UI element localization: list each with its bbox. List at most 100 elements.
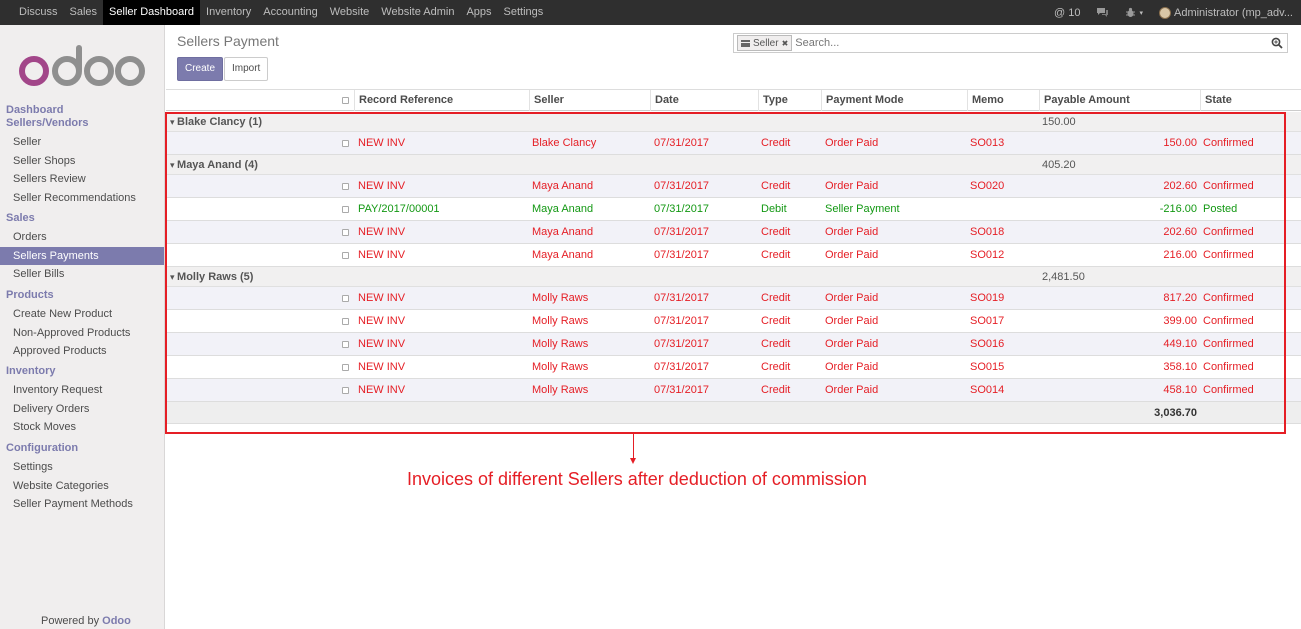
type-cell: Credit [761, 384, 791, 396]
grand-total-value: 3,036.70 [1154, 407, 1197, 419]
sidebar-item-settings[interactable]: Settings [0, 458, 164, 476]
record-reference-cell: NEW INV [358, 338, 406, 350]
sidebar-section-products[interactable]: Products [6, 289, 54, 301]
search-input[interactable] [795, 37, 1256, 49]
table-row[interactable]: NEW INV Molly Raws 07/31/2017 Credit Order P… [166, 310, 1301, 333]
record-reference-cell: NEW INV [358, 180, 406, 192]
facet-label: Seller [753, 37, 779, 49]
sidebar-item-seller-shops[interactable]: Seller Shops [0, 152, 164, 170]
at-icon: @ [1054, 6, 1066, 19]
top-menu-accounting[interactable]: Accounting [257, 0, 323, 25]
sidebar-item-seller-payment-methods[interactable]: Seller Payment Methods [0, 495, 164, 513]
top-menu-discuss[interactable]: Discuss [13, 0, 64, 25]
payment-mode-cell: Order Paid [825, 292, 879, 304]
group-row[interactable]: Blake Clancy (1) 150.00 [166, 112, 1301, 132]
state-cell: Confirmed [1203, 180, 1254, 192]
sidebar-item-delivery-orders[interactable]: Delivery Orders [0, 400, 164, 418]
sidebar-item-orders[interactable]: Orders [0, 228, 164, 246]
group-total: 150.00 [1042, 116, 1076, 128]
row-checkbox[interactable] [342, 183, 349, 190]
sidebar-item-approved-products[interactable]: Approved Products [0, 342, 164, 360]
sidebar-section-sales[interactable]: Sales [6, 212, 35, 224]
table-header: Record Reference Seller Date Type Paymen… [166, 89, 1301, 111]
row-checkbox[interactable] [342, 295, 349, 302]
table-row[interactable]: NEW INV Molly Raws 07/31/2017 Credit Order P… [166, 379, 1301, 402]
row-checkbox[interactable] [342, 252, 349, 259]
top-menu-website[interactable]: Website [324, 0, 376, 25]
search-facet[interactable]: Seller ✖ [737, 35, 793, 51]
payment-mode-cell: Order Paid [825, 226, 879, 238]
top-menu-website-admin[interactable]: Website Admin [375, 0, 460, 25]
table-row[interactable]: NEW INV Molly Raws 07/31/2017 Credit Order P… [166, 287, 1301, 310]
chat-button[interactable] [1088, 0, 1117, 25]
sidebar-item-sellers-review[interactable]: Sellers Review [0, 170, 164, 188]
debug-button[interactable]: ▾ [1117, 0, 1151, 25]
sidebar-section-dashboard[interactable]: Dashboard [6, 104, 63, 116]
type-cell: Debit [761, 203, 787, 215]
type-cell: Credit [761, 315, 791, 327]
column-type[interactable]: Type [758, 90, 821, 111]
record-reference-cell: NEW INV [358, 249, 406, 261]
date-cell: 07/31/2017 [654, 203, 710, 215]
table-row[interactable]: NEW INV Molly Raws 07/31/2017 Credit Order P… [166, 333, 1301, 356]
row-checkbox[interactable] [342, 206, 349, 213]
sidebar-section-inventory[interactable]: Inventory [6, 365, 56, 377]
table-row[interactable]: PAY/2017/00001 Maya Anand 07/31/2017 Debit S… [166, 198, 1301, 221]
column-memo[interactable]: Memo [967, 90, 1039, 111]
type-cell: Credit [761, 338, 791, 350]
top-menu-sales[interactable]: Sales [64, 0, 104, 25]
powered-by-brand[interactable]: Odoo [102, 615, 131, 627]
sidebar-item-website-categories[interactable]: Website Categories [0, 477, 164, 495]
row-checkbox[interactable] [342, 364, 349, 371]
sidebar-item-non-approved-products[interactable]: Non-Approved Products [0, 324, 164, 342]
sidebar-item-create-new-product[interactable]: Create New Product [0, 305, 164, 323]
row-checkbox[interactable] [342, 341, 349, 348]
sidebar-section-configuration[interactable]: Configuration [6, 442, 78, 454]
sidebar-item-sellers-payments[interactable]: Sellers Payments [0, 246, 164, 265]
table-row[interactable]: NEW INV Blake Clancy 07/31/2017 Credit Order… [166, 132, 1301, 155]
user-menu[interactable]: Administrator (mp_adv... [1151, 0, 1301, 25]
column-payable-amount[interactable]: Payable Amount [1039, 90, 1200, 111]
table-row[interactable]: NEW INV Molly Raws 07/31/2017 Credit Order P… [166, 356, 1301, 379]
annotation-line [633, 434, 634, 460]
sidebar-item-stock-moves[interactable]: Stock Moves [0, 418, 164, 436]
column-date[interactable]: Date [650, 90, 758, 111]
state-cell: Confirmed [1203, 384, 1254, 396]
top-menu-inventory[interactable]: Inventory [200, 0, 257, 25]
table-row[interactable]: NEW INV Maya Anand 07/31/2017 Credit Order P… [166, 175, 1301, 198]
facet-remove-icon[interactable]: ✖ [782, 39, 789, 48]
sidebar-item-seller-recommendations[interactable]: Seller Recommendations [0, 189, 164, 207]
column-record-reference[interactable]: Record Reference [354, 90, 529, 111]
column-seller[interactable]: Seller [529, 90, 650, 111]
row-checkbox[interactable] [342, 140, 349, 147]
search-icon[interactable] [1271, 37, 1283, 49]
top-menu-apps[interactable]: Apps [460, 0, 497, 25]
import-button[interactable]: Import [224, 57, 269, 81]
avatar [1158, 6, 1171, 19]
table-row[interactable]: NEW INV Maya Anand 07/31/2017 Credit Order P… [166, 244, 1301, 267]
group-row[interactable]: Molly Raws (5) 2,481.50 [166, 267, 1301, 287]
date-cell: 07/31/2017 [654, 249, 710, 261]
table-row[interactable]: NEW INV Maya Anand 07/31/2017 Credit Order P… [166, 221, 1301, 244]
sidebar-item-seller-bills[interactable]: Seller Bills [0, 265, 164, 283]
column-state[interactable]: State [1200, 90, 1301, 111]
payment-mode-cell: Order Paid [825, 180, 879, 192]
chat-icon [1097, 8, 1109, 17]
column-payment-mode[interactable]: Payment Mode [821, 90, 967, 111]
sidebar-section-sellers-vendors[interactable]: Sellers/Vendors [6, 117, 89, 129]
create-button[interactable]: Create [177, 57, 224, 81]
sidebar-item-inventory-request[interactable]: Inventory Request [0, 381, 164, 399]
row-checkbox[interactable] [342, 229, 349, 236]
top-menu-seller-dashboard[interactable]: Seller Dashboard [103, 0, 201, 25]
top-menu-settings[interactable]: Settings [498, 0, 550, 25]
record-reference-cell: NEW INV [358, 315, 406, 327]
group-row[interactable]: Maya Anand (4) 405.20 [166, 155, 1301, 175]
row-checkbox[interactable] [342, 387, 349, 394]
select-all-checkbox[interactable] [342, 97, 349, 104]
group-total: 405.20 [1042, 159, 1076, 171]
group-name: Blake Clancy (1) [170, 112, 262, 132]
row-checkbox[interactable] [342, 318, 349, 325]
sidebar-item-seller[interactable]: Seller [0, 133, 164, 151]
record-reference-cell: NEW INV [358, 226, 406, 238]
notifications-button[interactable]: @ 10 [1046, 0, 1088, 25]
